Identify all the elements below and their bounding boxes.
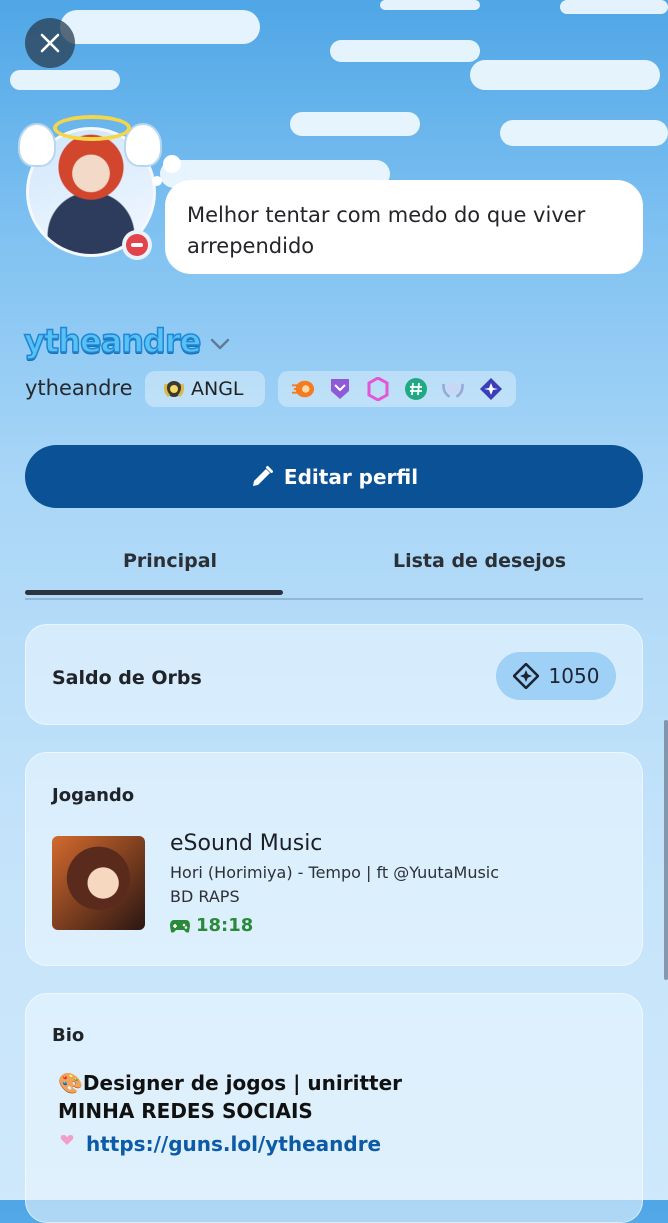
orb-icon — [512, 663, 539, 689]
dnd-status-indicator — [122, 230, 152, 260]
clan-tag-label: ANGL — [191, 378, 244, 400]
close-icon — [40, 33, 60, 53]
orbs-balance-pill[interactable]: 1050 — [496, 652, 616, 700]
quest-badge-icon[interactable] — [479, 377, 503, 401]
activity-details: Hori (Horimiya) - Tempo | ft @YuutaMusic — [170, 863, 500, 882]
chevron-down-icon[interactable] — [208, 334, 232, 354]
shield-badge-icon[interactable] — [328, 377, 352, 401]
tab-principal[interactable]: Principal — [123, 550, 217, 572]
heart-icon — [60, 1135, 74, 1145]
orbs-label: Saldo de Orbs — [52, 667, 202, 689]
bio-link[interactable]: https://guns.lol/ytheandre — [86, 1132, 381, 1156]
activity-cover-image — [52, 836, 145, 930]
badge-list — [278, 371, 516, 407]
clan-tag[interactable]: ANGL — [145, 371, 265, 407]
display-name: ytheandre — [23, 321, 202, 361]
tab-wishlist[interactable]: Lista de desejos — [393, 550, 566, 572]
laurel-badge-icon[interactable] — [441, 377, 465, 401]
avatar-container[interactable] — [18, 115, 162, 260]
edit-profile-label: Editar perfil — [283, 464, 419, 489]
activity-state: BD RAPS — [170, 887, 240, 906]
bio-line-1: 🎨Designer de jogos | uniritter — [58, 1071, 403, 1095]
custom-status-bubble[interactable]: Melhor tentar com medo do que viver arre… — [165, 180, 643, 274]
thought-bubble-dot — [152, 176, 162, 186]
nitro-boost-badge-icon[interactable] — [291, 377, 315, 401]
active-tab-indicator — [25, 590, 283, 595]
hashtag-badge-icon[interactable] — [404, 377, 428, 401]
hexagon-badge-icon[interactable] — [366, 377, 390, 401]
orbs-card[interactable]: Saldo de Orbs 1050 — [25, 624, 643, 725]
bio-section-label: Bio — [52, 1025, 85, 1046]
gamepad-icon — [170, 919, 190, 933]
close-button[interactable] — [25, 18, 75, 68]
pencil-icon — [252, 465, 273, 486]
activity-section-label: Jogando — [52, 785, 135, 806]
activity-elapsed: 18:18 — [170, 915, 253, 936]
clan-laurel-icon — [163, 381, 185, 398]
activity-card[interactable]: Jogando eSound Music Hori (Horimiya) - T… — [25, 752, 643, 966]
do-not-disturb-icon — [126, 234, 148, 256]
orbs-value: 1050 — [548, 664, 600, 688]
activity-title: eSound Music — [170, 831, 323, 856]
username: ytheandre — [25, 376, 133, 400]
thought-bubble-dot — [163, 155, 181, 173]
left-wing-decoration — [18, 123, 56, 167]
halo-decoration — [53, 115, 131, 141]
scrollbar[interactable] — [664, 720, 668, 980]
bio-line-2: MINHA REDES SOCIAIS — [58, 1099, 313, 1123]
bio-card: Bio 🎨Designer de jogos | uniritter MINHA… — [25, 993, 643, 1223]
activity-time: 18:18 — [196, 915, 254, 936]
edit-profile-button[interactable]: Editar perfil — [25, 445, 643, 508]
